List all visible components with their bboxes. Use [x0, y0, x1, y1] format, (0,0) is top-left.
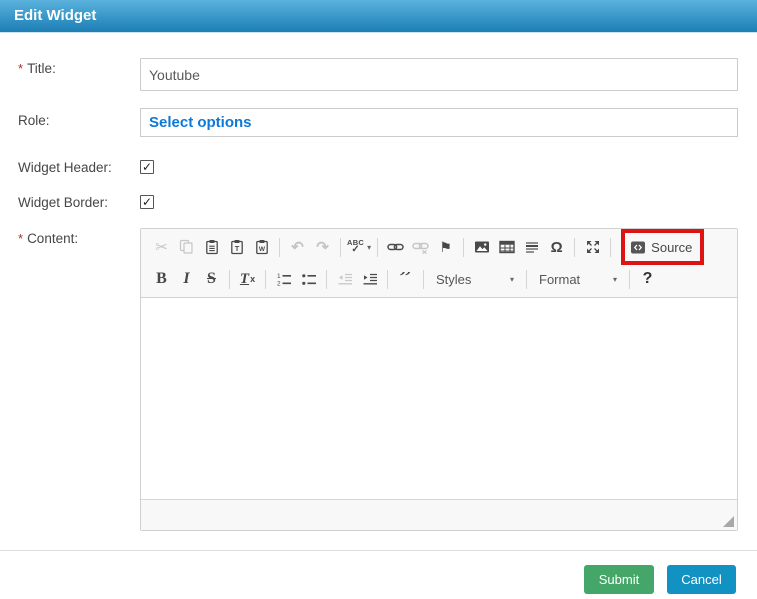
toolbar-separator	[387, 269, 388, 289]
rich-text-editor: ✂ T W ↶ ↷ ABC ✓ ▾ ⚑ Ω Source B I S T x 1…	[140, 228, 738, 531]
bold-icon[interactable]: B	[150, 267, 173, 291]
unlink-icon	[409, 235, 432, 259]
title-label: * Title:	[18, 61, 56, 76]
format-dropdown[interactable]: Format ▾	[534, 267, 622, 291]
widget-border-checkbox[interactable]: ✓	[140, 195, 154, 209]
image-icon[interactable]	[470, 235, 493, 259]
paste-as-text-icon[interactable]: T	[225, 235, 248, 259]
toolbar-separator	[229, 269, 230, 289]
toolbar-separator	[340, 237, 341, 257]
paste-from-word-icon[interactable]: W	[250, 235, 273, 259]
format-dropdown-label: Format	[539, 271, 581, 287]
title-input[interactable]	[140, 58, 738, 91]
dialog-header: Edit Widget	[0, 0, 757, 33]
toolbar-separator	[377, 237, 379, 257]
about-help-icon[interactable]: ?	[636, 267, 659, 291]
styles-dropdown-label: Styles	[436, 271, 472, 287]
horizontal-line-icon[interactable]	[520, 235, 543, 259]
source-icon	[631, 241, 646, 253]
source-button-label: Source	[651, 239, 693, 255]
source-button-highlight[interactable]: Source	[621, 229, 705, 265]
toolbar-separator	[574, 237, 576, 257]
submit-button[interactable]: Submit	[584, 565, 654, 594]
anchor-flag-icon[interactable]: ⚑	[434, 235, 457, 259]
svg-text:2: 2	[277, 281, 281, 288]
content-label: * Content:	[18, 231, 78, 246]
maximize-icon[interactable]	[581, 235, 604, 259]
required-marker: *	[18, 61, 24, 76]
blockquote-icon[interactable]: ”	[394, 267, 417, 291]
italic-icon[interactable]: I	[175, 267, 198, 291]
toolbar-separator	[463, 237, 465, 257]
role-label: Role:	[18, 113, 50, 128]
toolbar-row-2: B I S Tx 1 2 ” Styles ▾ Format ▾ ?	[149, 263, 729, 295]
title-label-text: Title:	[27, 61, 56, 76]
editor-status-bar	[141, 499, 737, 530]
widget-border-label: Widget Border:	[18, 195, 109, 210]
numbered-list-icon[interactable]: 1 2	[272, 267, 295, 291]
cancel-button[interactable]: Cancel	[667, 565, 736, 594]
chevron-down-icon: ▾	[612, 274, 617, 284]
svg-text:W: W	[258, 246, 265, 253]
required-marker: *	[18, 231, 24, 246]
redo-icon: ↷	[316, 238, 329, 256]
remove-format-icon[interactable]: Tx	[236, 267, 259, 291]
link-icon[interactable]	[384, 235, 407, 259]
copy-icon	[175, 235, 198, 259]
toolbar-separator	[629, 269, 630, 289]
resize-handle-icon[interactable]	[723, 516, 734, 527]
editor-toolbar: ✂ T W ↶ ↷ ABC ✓ ▾ ⚑ Ω Source B I S T x 1…	[141, 229, 737, 298]
chevron-down-icon: ▾	[509, 274, 514, 284]
svg-text:1: 1	[277, 273, 281, 280]
chevron-down-icon: ▾	[367, 242, 372, 252]
toolbar-separator	[526, 269, 527, 289]
toolbar-separator	[265, 269, 266, 289]
widget-header-label: Widget Header:	[18, 160, 112, 175]
toolbar-separator	[423, 269, 424, 289]
toolbar-separator	[279, 237, 280, 257]
special-character-icon[interactable]: Ω	[545, 235, 568, 259]
undo-icon: ↶	[291, 238, 304, 256]
editor-content-area[interactable]	[141, 298, 737, 499]
bulleted-list-icon[interactable]	[297, 267, 320, 291]
widget-header-checkbox[interactable]: ✓	[140, 160, 154, 174]
content-label-text: Content:	[27, 231, 79, 246]
toolbar-row-1: ✂ T W ↶ ↷ ABC ✓ ▾ ⚑ Ω Source	[149, 229, 729, 265]
dialog-title: Edit Widget	[14, 7, 97, 24]
table-icon[interactable]	[495, 235, 518, 259]
toolbar-separator	[326, 269, 327, 289]
indent-icon[interactable]	[358, 267, 381, 291]
paste-icon[interactable]	[200, 235, 223, 259]
outdent-icon	[333, 267, 356, 291]
footer-divider	[0, 550, 757, 551]
styles-dropdown[interactable]: Styles ▾	[431, 267, 519, 291]
edit-widget-dialog: Edit Widget *Title: Role: Select options…	[0, 0, 757, 599]
role-select-box[interactable]: Select options	[140, 108, 738, 137]
svg-text:T: T	[234, 244, 239, 253]
toolbar-separator	[610, 237, 612, 257]
cut-icon: ✂	[155, 238, 168, 256]
spell-check-button[interactable]: ABC ✓ ▾	[347, 235, 371, 259]
strikethrough-icon[interactable]: S	[200, 267, 223, 291]
role-select-options-link[interactable]: Select options	[141, 114, 252, 131]
